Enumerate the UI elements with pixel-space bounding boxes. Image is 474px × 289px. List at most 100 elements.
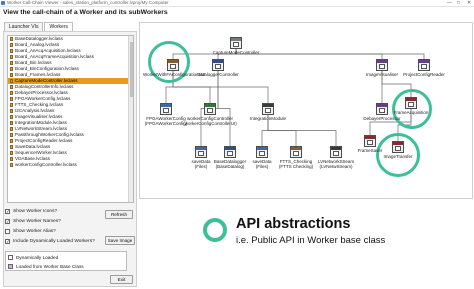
class-file-icon [10, 73, 13, 77]
minimize-button[interactable]: — [447, 0, 452, 6]
class-file-icon [10, 133, 13, 137]
worker-node-basedl[interactable] [224, 146, 236, 158]
class-file-icon [10, 79, 13, 83]
class-file-icon [10, 103, 13, 107]
annotation: API abstractions i.e. Public API in Work… [203, 214, 463, 252]
worker-icon [367, 140, 373, 145]
worker-icon [233, 42, 239, 47]
worker-node-label: FrameAcquisition [393, 110, 429, 115]
worker-node-wcc[interactable] [204, 103, 216, 115]
node-color-band [377, 104, 387, 107]
worker-node-fpga[interactable] [160, 103, 172, 115]
save-image-button[interactable]: Save Image [105, 236, 135, 245]
option-show-names[interactable]: ✓ Show Worker Names? [5, 219, 61, 224]
show-names-checkbox[interactable]: ✓ [5, 219, 10, 224]
legend-swatch-base-class [8, 263, 13, 269]
maximize-button[interactable]: □ [457, 0, 460, 6]
node-color-band [257, 147, 267, 150]
annotation-ring-icon [203, 218, 227, 242]
worker-icon [421, 64, 427, 69]
sidebar-panel: BaseDatalogger.lvclass Board_Analog.lvcla… [3, 31, 137, 287]
class-list-item-label: workerConfigController.lvclass [15, 162, 77, 167]
window-titlebar: Worker Call-Chain Viewer - sales_station… [0, 0, 474, 7]
node-color-band [161, 104, 171, 107]
class-file-icon [10, 97, 13, 101]
close-button[interactable]: ✕ [467, 0, 471, 6]
node-color-band [291, 147, 301, 150]
legend-label-dynamic: Dynamically Loaded [16, 254, 59, 260]
node-color-band [406, 98, 416, 101]
class-file-icon [10, 49, 13, 53]
class-file-icon [10, 121, 13, 125]
worker-node-imgtransfer[interactable] [392, 141, 404, 153]
worker-node-label: CaptureModeController [212, 50, 260, 55]
class-file-icon [10, 61, 13, 65]
worker-icon [408, 102, 414, 107]
include-dynamic-checkbox[interactable]: ✓ [5, 239, 10, 244]
class-file-icon [10, 85, 13, 89]
app-icon [1, 1, 5, 5]
class-file-icon [10, 109, 13, 113]
worker-node-framesave[interactable] [364, 135, 376, 147]
worker-node-ftts[interactable] [290, 146, 302, 158]
worker-node-label: FrameSaver [357, 148, 383, 153]
worker-node-savedata2[interactable] [256, 146, 268, 158]
worker-icon [163, 108, 169, 113]
worker-node-datalogger[interactable] [212, 59, 224, 71]
highlight-ring-frame-acquisition [392, 89, 432, 129]
worker-node-integ[interactable] [262, 103, 274, 115]
class-file-icon [10, 43, 13, 47]
scrollbar-thumb[interactable] [130, 42, 133, 97]
legend-row-dynamic: Dynamically Loaded [6, 253, 126, 261]
exit-button[interactable]: Exit [110, 275, 133, 284]
node-color-band [377, 60, 387, 63]
show-icons-checkbox[interactable]: ✓ [5, 209, 10, 214]
worker-node-ctrl[interactable] [167, 59, 179, 71]
worker-icon [333, 151, 339, 156]
class-file-icon [10, 139, 13, 143]
show-alias-checkbox[interactable] [5, 229, 10, 234]
worker-node-label: ProjectConfigReader [403, 72, 445, 77]
show-alias-label: Show Worker Alias? [13, 229, 56, 234]
class-file-icon [10, 151, 13, 155]
node-color-band [225, 147, 235, 150]
refresh-button[interactable]: Refresh [105, 210, 133, 219]
legend-box: Dynamically Loaded Loaded from Worker Ba… [5, 251, 127, 271]
worker-icon [395, 146, 401, 151]
option-show-icons[interactable]: ✓ Show Worker Icons? [5, 209, 57, 214]
worker-node-frameacq[interactable] [405, 97, 417, 109]
worker-icon [379, 64, 385, 69]
page-heading: View the call-chain of a Worker and its … [3, 9, 168, 16]
legend-label-base-class: Loaded from Worker Base Class [16, 263, 84, 269]
worker-icon [170, 64, 176, 69]
legend-row-base-class: Loaded from Worker Base Class [6, 262, 126, 270]
show-names-label: Show Worker Names? [13, 219, 61, 224]
class-file-icon [10, 67, 13, 71]
worker-node-projreader[interactable] [418, 59, 430, 71]
class-file-icon [10, 55, 13, 59]
worker-node-savedata1[interactable] [195, 146, 207, 158]
class-list-item[interactable]: workerConfigController.lvclass [8, 162, 133, 168]
worker-node-root[interactable] [230, 37, 242, 49]
call-chain-diagram[interactable]: CaptureModeController WorkerWithFAConfigu… [139, 22, 473, 199]
worker-icon [198, 151, 204, 156]
node-color-band [263, 104, 273, 107]
worker-node-label: workerConfigController (workerConfigCont… [183, 116, 237, 126]
worker-node-label: LVNetworkStream (LVNetwStream) [317, 159, 355, 169]
option-include-dynamic[interactable]: ✓ Include Dynamically Loaded Workers? [5, 239, 95, 244]
worker-class-list[interactable]: BaseDatalogger.lvclass Board_Analog.lvcla… [7, 35, 134, 203]
worker-icon [207, 108, 213, 113]
worker-node-visualiser[interactable] [376, 59, 388, 71]
class-file-icon [10, 37, 13, 41]
window-title: Worker Call-Chain Viewer - sales_station… [7, 0, 169, 5]
worker-icon [215, 64, 221, 69]
class-list-scrollbar[interactable] [128, 36, 133, 202]
annotation-title: API abstractions [236, 216, 351, 232]
worker-icon [265, 108, 271, 113]
node-color-band [205, 104, 215, 107]
node-color-band [196, 147, 206, 150]
class-file-icon [10, 157, 13, 161]
option-show-alias[interactable]: Show Worker Alias? [5, 229, 56, 234]
class-file-icon [10, 145, 13, 149]
legend-swatch-dynamic [8, 254, 13, 260]
